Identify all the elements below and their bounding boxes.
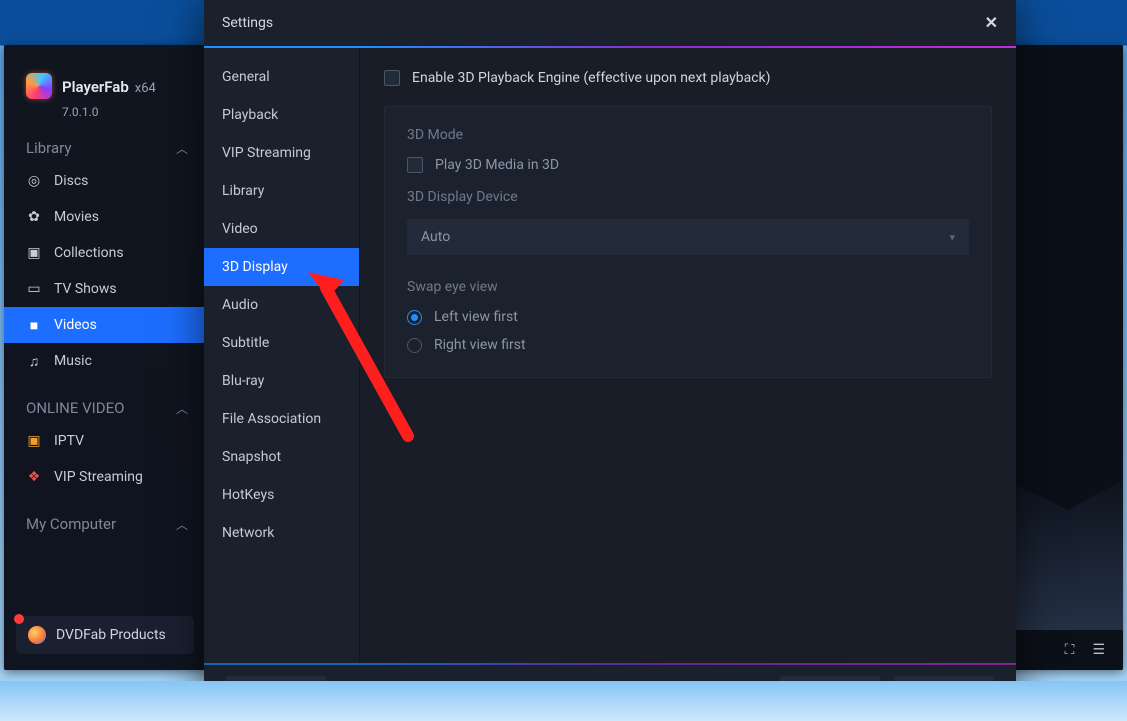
list-icon[interactable]: ☰ bbox=[1092, 642, 1105, 658]
nav-audio[interactable]: Audio bbox=[204, 286, 359, 324]
ok-button[interactable]: OK bbox=[780, 676, 880, 710]
3d-device-select[interactable]: Auto ▾ bbox=[407, 219, 969, 255]
sidebar-item-tvshows[interactable]: ▭ TV Shows bbox=[4, 271, 206, 307]
enable-3d-row[interactable]: Enable 3D Playback Engine (effective upo… bbox=[384, 70, 992, 86]
app-brand: PlayerFab x64 bbox=[4, 45, 206, 103]
swap-right-row[interactable]: Right view first bbox=[407, 337, 969, 353]
sidebar-item-iptv[interactable]: ▣ IPTV bbox=[4, 423, 206, 459]
sidebar-item-label: Collections bbox=[54, 245, 124, 261]
play-3d-media-row[interactable]: Play 3D Media in 3D bbox=[407, 157, 969, 173]
chevron-down-icon: ▾ bbox=[949, 231, 955, 244]
sidebar-item-discs[interactable]: ◎ Discs bbox=[4, 163, 206, 199]
app-version: 7.0.1.0 bbox=[4, 105, 206, 119]
cancel-button[interactable]: Cancel bbox=[894, 676, 994, 710]
3d-mode-header: 3D Mode bbox=[407, 127, 969, 143]
nav-vip-streaming[interactable]: VIP Streaming bbox=[204, 134, 359, 172]
default-button[interactable]: Default bbox=[226, 676, 326, 710]
iptv-icon: ▣ bbox=[26, 433, 42, 449]
sidebar-bottom-label: DVDFab Products bbox=[56, 627, 166, 643]
nav-general[interactable]: General bbox=[204, 58, 359, 96]
sidebar-section-online[interactable]: ONLINE VIDEO ︿ bbox=[4, 379, 206, 423]
app-arch: x64 bbox=[135, 81, 156, 96]
app-sidebar: PlayerFab x64 7.0.1.0 Library ︿ ◎ Discs ✿… bbox=[4, 45, 206, 670]
notification-dot-icon bbox=[14, 614, 24, 624]
nav-library[interactable]: Library bbox=[204, 172, 359, 210]
dialog-nav: General Playback VIP Streaming Library V… bbox=[204, 48, 360, 663]
sidebar-item-label: Discs bbox=[54, 173, 88, 189]
sidebar-item-label: VIP Streaming bbox=[54, 469, 143, 485]
disc-icon: ◎ bbox=[26, 173, 42, 189]
chevron-up-icon: ︿ bbox=[176, 400, 188, 417]
nav-hotkeys[interactable]: HotKeys bbox=[204, 476, 359, 514]
nav-playback[interactable]: Playback bbox=[204, 96, 359, 134]
sidebar-section-label: My Computer bbox=[26, 515, 116, 533]
sidebar-item-movies[interactable]: ✿ Movies bbox=[4, 199, 206, 235]
app-logo-icon bbox=[26, 73, 52, 99]
3d-mode-panel: 3D Mode Play 3D Media in 3D 3D Display D… bbox=[384, 106, 992, 378]
enable-3d-label: Enable 3D Playback Engine (effective upo… bbox=[412, 70, 771, 86]
3d-device-value: Auto bbox=[421, 229, 450, 245]
settings-dialog: Settings ✕ General Playback VIP Streamin… bbox=[204, 0, 1016, 721]
chevron-up-icon: ︿ bbox=[176, 140, 188, 157]
sidebar-item-collections[interactable]: ▣ Collections bbox=[4, 235, 206, 271]
sidebar-item-videos[interactable]: ■ Videos bbox=[4, 307, 206, 343]
swap-left-label: Left view first bbox=[434, 309, 518, 325]
dialog-title: Settings bbox=[222, 15, 273, 31]
dialog-close-icon[interactable]: ✕ bbox=[985, 13, 998, 32]
sidebar-item-label: Music bbox=[54, 353, 92, 369]
fullscreen-icon[interactable]: ⛶ bbox=[1065, 642, 1075, 658]
nav-file-association[interactable]: File Association bbox=[204, 400, 359, 438]
sidebar-item-music[interactable]: ♫ Music bbox=[4, 343, 206, 379]
sidebar-section-label: Library bbox=[26, 139, 71, 157]
play-3d-media-label: Play 3D Media in 3D bbox=[435, 157, 559, 173]
swap-left-row[interactable]: Left view first bbox=[407, 309, 969, 325]
sidebar-section-label: ONLINE VIDEO bbox=[26, 399, 124, 417]
sidebar-item-label: IPTV bbox=[54, 433, 84, 449]
app-name: PlayerFab bbox=[62, 78, 129, 96]
swap-eye-header: Swap eye view bbox=[407, 279, 969, 295]
dialog-content: Enable 3D Playback Engine (effective upo… bbox=[360, 48, 1016, 663]
nav-3d-display[interactable]: 3D Display bbox=[204, 248, 359, 286]
sidebar-item-label: Videos bbox=[54, 317, 97, 333]
nav-subtitle[interactable]: Subtitle bbox=[204, 324, 359, 362]
swap-right-label: Right view first bbox=[434, 337, 526, 353]
vip-icon: ❖ bbox=[26, 469, 42, 485]
dialog-footer-divider bbox=[204, 663, 1016, 665]
chevron-up-icon: ︿ bbox=[176, 516, 188, 533]
nav-blu-ray[interactable]: Blu-ray bbox=[204, 362, 359, 400]
sidebar-item-label: TV Shows bbox=[54, 281, 117, 297]
tv-icon: ▭ bbox=[26, 281, 42, 297]
nav-snapshot[interactable]: Snapshot bbox=[204, 438, 359, 476]
play-3d-media-checkbox[interactable] bbox=[407, 157, 423, 173]
swap-right-radio[interactable] bbox=[407, 338, 422, 353]
film-icon: ✿ bbox=[26, 209, 42, 225]
3d-device-header: 3D Display Device bbox=[407, 189, 969, 205]
dialog-footer: Default OK Cancel bbox=[204, 665, 1016, 721]
collection-icon: ▣ bbox=[26, 245, 42, 261]
sidebar-section-computer[interactable]: My Computer ︿ bbox=[4, 495, 206, 539]
nav-video[interactable]: Video bbox=[204, 210, 359, 248]
dialog-body: General Playback VIP Streaming Library V… bbox=[204, 48, 1016, 663]
music-icon: ♫ bbox=[26, 353, 42, 369]
sidebar-dvdfab-products[interactable]: DVDFab Products bbox=[16, 616, 194, 654]
desktop-background: ▾ — ▢ ✕ PlayerFab x64 7.0.1.0 Library ︿ … bbox=[0, 0, 1127, 721]
dialog-header: Settings ✕ bbox=[204, 0, 1016, 46]
sidebar-item-vip[interactable]: ❖ VIP Streaming bbox=[4, 459, 206, 495]
sidebar-item-label: Movies bbox=[54, 209, 99, 225]
swap-left-radio[interactable] bbox=[407, 310, 422, 325]
sidebar-section-library[interactable]: Library ︿ bbox=[4, 119, 206, 163]
video-icon: ■ bbox=[26, 317, 42, 333]
enable-3d-checkbox[interactable] bbox=[384, 70, 400, 86]
nav-network[interactable]: Network bbox=[204, 514, 359, 552]
dvdfab-logo-icon bbox=[28, 626, 46, 644]
